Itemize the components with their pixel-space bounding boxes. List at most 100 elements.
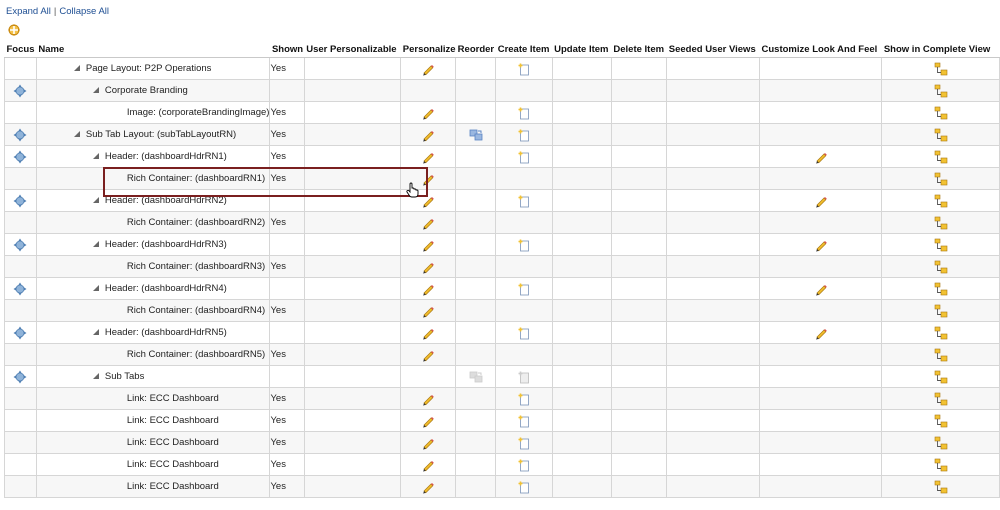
focus-root-icon[interactable] [7,23,21,37]
collapse-triangle-icon[interactable] [92,153,99,160]
collapse-triangle-icon[interactable] [73,131,80,138]
focus-crosshair-icon[interactable] [13,84,27,98]
create-item-icon[interactable] [517,392,531,406]
show-complete-view-icon[interactable] [934,238,948,252]
show-complete-view-icon[interactable] [934,172,948,186]
name-cell: Link: ECC Dashboard [35,475,271,498]
update-item-cell [551,57,612,80]
show-complete-view-icon[interactable] [934,62,948,76]
customize-look-and-feel-cell [759,189,883,212]
create-item-icon[interactable] [517,238,531,252]
create-item-icon[interactable] [517,62,531,76]
reorder-cell [455,57,497,80]
customize-pencil-icon[interactable] [814,194,828,208]
customize-pencil-icon[interactable] [814,150,828,164]
personalize-pencil-icon[interactable] [421,238,435,252]
show-complete-view-icon[interactable] [934,84,948,98]
collapse-triangle-icon[interactable] [92,197,99,204]
show-complete-view-icon[interactable] [934,458,948,472]
focus-crosshair-icon[interactable] [13,128,27,142]
focus-crosshair-icon[interactable] [13,194,27,208]
show-complete-view-icon[interactable] [934,348,948,362]
show-complete-view-icon[interactable] [934,414,948,428]
personalize-pencil-icon[interactable] [421,106,435,120]
personalize-pencil-icon[interactable] [421,348,435,362]
shown-cell: Yes [269,475,305,498]
focus-cell [4,79,37,102]
expand-all-link[interactable]: Expand All [6,6,51,17]
show-complete-view-icon[interactable] [934,480,948,494]
show-complete-view-icon[interactable] [934,150,948,164]
customize-pencil-icon[interactable] [814,282,828,296]
create-item-cell [495,145,553,168]
collapse-triangle-icon[interactable] [92,329,99,336]
user-personalizable-cell [303,145,402,168]
personalize-pencil-icon[interactable] [421,436,435,450]
personalize-pencil-icon[interactable] [421,458,435,472]
update-item-cell [551,321,612,344]
collapse-all-link[interactable]: Collapse All [59,6,109,17]
collapse-triangle-icon[interactable] [73,65,80,72]
create-item-cell [495,431,553,454]
collapse-triangle-icon[interactable] [92,373,99,380]
show-complete-view-icon[interactable] [934,304,948,318]
show-complete-view-icon[interactable] [934,326,948,340]
create-item-icon[interactable] [517,150,531,164]
collapse-triangle-icon[interactable] [92,285,99,292]
create-item-icon[interactable] [517,458,531,472]
row-name-label: Rich Container: (dashboardRN4) [126,304,266,316]
show-complete-view-icon[interactable] [934,392,948,406]
update-item-cell [551,343,612,366]
personalize-pencil-icon[interactable] [421,128,435,142]
personalize-pencil-icon[interactable] [421,392,435,406]
focus-crosshair-icon[interactable] [13,370,27,384]
personalize-pencil-icon[interactable] [421,172,435,186]
user-personalizable-cell [303,79,402,102]
personalize-pencil-icon[interactable] [421,414,435,428]
create-item-cell [495,101,553,124]
show-complete-view-icon[interactable] [934,216,948,230]
row-name-label: Corporate Branding [104,84,188,96]
shown-cell: Yes [269,101,305,124]
focus-crosshair-icon[interactable] [13,238,27,252]
row-name-label: Link: ECC Dashboard [126,458,219,470]
reorder-icon[interactable] [469,128,483,142]
personalize-pencil-icon[interactable] [421,480,435,494]
show-complete-view-icon[interactable] [934,194,948,208]
personalize-pencil-icon[interactable] [421,304,435,318]
user-personalizable-cell [303,365,402,388]
show-complete-view-icon[interactable] [934,106,948,120]
create-item-cell [495,233,553,256]
personalize-pencil-icon[interactable] [421,260,435,274]
customize-pencil-icon[interactable] [814,326,828,340]
customize-pencil-icon[interactable] [814,238,828,252]
collapse-triangle-icon[interactable] [92,241,99,248]
create-item-icon[interactable] [517,480,531,494]
create-item-icon[interactable] [517,128,531,142]
personalize-pencil-icon[interactable] [421,194,435,208]
collapse-triangle-icon[interactable] [92,87,99,94]
show-complete-view-icon[interactable] [934,128,948,142]
personalize-pencil-icon[interactable] [421,326,435,340]
show-complete-view-icon[interactable] [934,436,948,450]
create-item-icon[interactable] [517,326,531,340]
table-row: Header: (dashboardHdrRN2) [4,189,1000,212]
personalize-pencil-icon[interactable] [421,150,435,164]
create-item-icon[interactable] [517,414,531,428]
show-complete-view-icon[interactable] [934,260,948,274]
show-complete-view-icon[interactable] [934,370,948,384]
create-item-icon[interactable] [517,194,531,208]
reorder-cell [455,233,497,256]
create-item-icon[interactable] [517,106,531,120]
personalize-pencil-icon[interactable] [421,62,435,76]
personalize-pencil-icon[interactable] [421,282,435,296]
create-item-icon[interactable] [517,436,531,450]
delete-item-cell [610,233,668,256]
focus-crosshair-icon[interactable] [13,326,27,340]
seeded-user-views-cell [666,167,761,190]
focus-crosshair-icon[interactable] [13,150,27,164]
show-complete-view-icon[interactable] [934,282,948,296]
create-item-icon[interactable] [517,282,531,296]
focus-crosshair-icon[interactable] [13,282,27,296]
personalize-pencil-icon[interactable] [421,216,435,230]
